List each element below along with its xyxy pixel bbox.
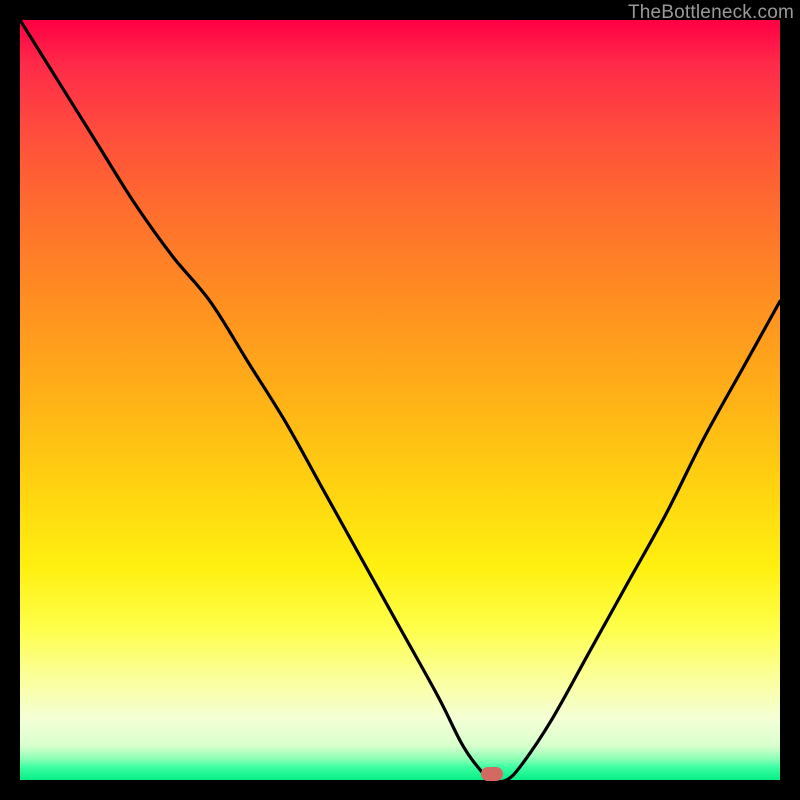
curve-path [20,20,780,780]
chart-stage: TheBottleneck.com [0,0,800,800]
bottleneck-curve [20,20,780,780]
plot-area [20,20,780,780]
optimal-point-marker [481,767,503,781]
